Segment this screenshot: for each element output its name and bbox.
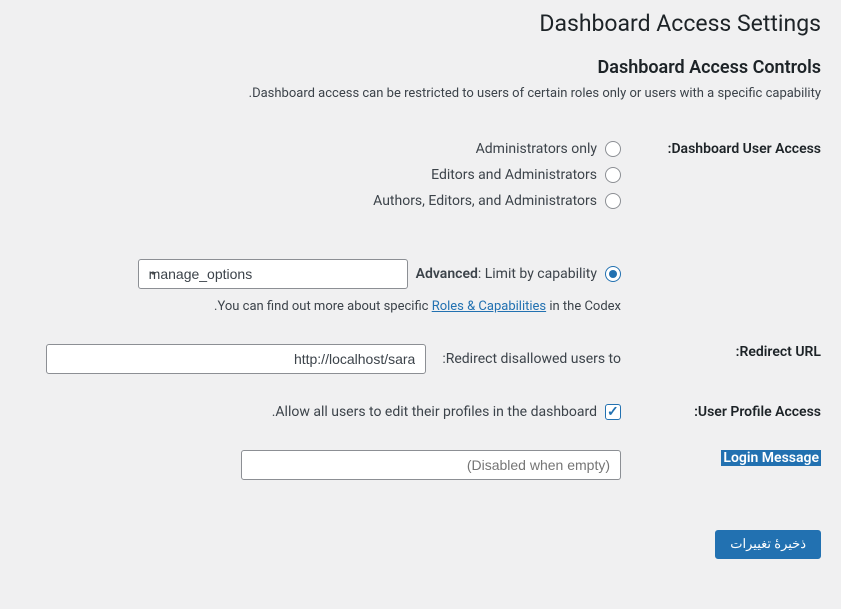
profile-access-checkbox-label: Allow all users to edit their profiles i… xyxy=(272,404,597,420)
login-message-label: Login Message xyxy=(721,450,821,466)
save-button[interactable]: ذخیرهٔ تغییرات xyxy=(715,530,821,559)
page-title: Dashboard Access Settings xyxy=(0,10,821,37)
profile-access-checkbox[interactable] xyxy=(605,404,621,420)
radio-admins-only-label: Administrators only xyxy=(476,141,597,157)
radio-editors-admins-label: Editors and Administrators xyxy=(431,167,597,183)
radio-authors-editors-admins[interactable] xyxy=(605,193,621,209)
redirect-url-label: Redirect URL: xyxy=(621,334,821,394)
advanced-label: Advanced: Limit by capability xyxy=(416,266,597,282)
redirect-field-label: Redirect disallowed users to: xyxy=(442,351,621,367)
radio-admins-only[interactable] xyxy=(605,141,621,157)
login-message-input[interactable] xyxy=(241,450,621,480)
radio-editors-admins[interactable] xyxy=(605,167,621,183)
roles-capabilities-link[interactable]: Roles & Capabilities xyxy=(432,299,546,314)
capability-help: You can find out more about specific Rol… xyxy=(0,299,621,314)
redirect-url-input[interactable] xyxy=(46,344,426,374)
user-access-label: Dashboard User Access: xyxy=(621,131,821,334)
section-description: Dashboard access can be restricted to us… xyxy=(0,86,821,101)
capability-select[interactable]: manage_options xyxy=(138,259,408,289)
profile-access-label: User Profile Access: xyxy=(621,394,821,440)
radio-authors-editors-admins-label: Authors, Editors, and Administrators xyxy=(373,193,597,209)
section-title: Dashboard Access Controls xyxy=(0,57,821,78)
radio-advanced[interactable] xyxy=(605,266,621,282)
